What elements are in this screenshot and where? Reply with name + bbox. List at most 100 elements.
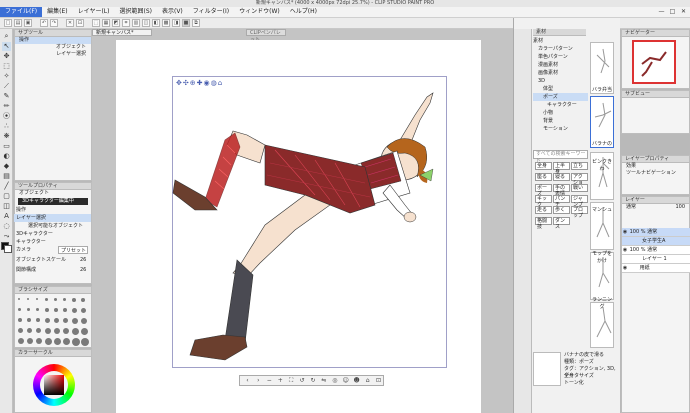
- deselect-icon[interactable]: ⬚: [92, 19, 100, 27]
- correction-tool-icon[interactable]: ⤳: [2, 232, 11, 241]
- brush-size-dot[interactable]: [18, 308, 21, 311]
- material-tag-chip[interactable]: 座る: [535, 173, 552, 181]
- brush-size-dot[interactable]: [72, 318, 78, 324]
- frame-tool-icon[interactable]: ▢: [2, 192, 11, 201]
- brush-size-dot[interactable]: [18, 318, 22, 322]
- brush-size-dot[interactable]: [54, 338, 61, 345]
- brush-size-dot[interactable]: [54, 318, 59, 323]
- document-tab[interactable]: 新規キャンバス*: [92, 29, 152, 36]
- material-tree-body[interactable]: 体型: [533, 85, 588, 93]
- snap-icon[interactable]: ◫: [142, 19, 150, 27]
- material-tree-manga[interactable]: 漫画素材: [533, 61, 588, 69]
- figure-tool-icon[interactable]: ╱: [2, 182, 11, 191]
- visibility-eye-icon[interactable]: ◉: [622, 228, 628, 237]
- visibility-eye-icon[interactable]: ◉: [622, 264, 628, 273]
- navigator-viewport[interactable]: [632, 40, 676, 84]
- menu-view[interactable]: 表示(V): [157, 7, 188, 17]
- opacity-value[interactable]: 100: [675, 204, 685, 211]
- brush-size-dot[interactable]: [45, 308, 49, 312]
- brush-size-dot[interactable]: [72, 298, 76, 302]
- brush-size-dot[interactable]: [63, 338, 70, 345]
- menu-file[interactable]: ファイル(F): [0, 7, 43, 17]
- eraser-tool-icon[interactable]: ▭: [2, 142, 11, 151]
- brush-size-dot[interactable]: [63, 318, 68, 323]
- material-tag-chip[interactable]: 上半身: [553, 162, 570, 175]
- pencil-tool-icon[interactable]: ✏: [2, 102, 11, 111]
- close-button[interactable]: ✕: [679, 8, 688, 16]
- brush-size-dot[interactable]: [72, 308, 77, 313]
- fit-icon[interactable]: ⛶: [287, 377, 296, 385]
- transform-icon[interactable]: ⊡: [76, 19, 84, 27]
- brush-size-dot[interactable]: [81, 308, 86, 313]
- color-saturation-square[interactable]: [44, 375, 64, 395]
- sub-tool-object[interactable]: オブジェクト: [15, 44, 91, 51]
- brush-size-dot[interactable]: [54, 308, 58, 312]
- pose-icon[interactable]: ☺: [341, 377, 350, 384]
- prop-selectable-objects[interactable]: 選択可能なオブジェクト: [14, 222, 91, 230]
- camera-icon[interactable]: ⌂: [363, 377, 372, 384]
- fill-icon[interactable]: ▥: [132, 19, 140, 27]
- brush-size-dot[interactable]: [81, 318, 87, 324]
- material-tag-chip[interactable]: アクション: [571, 173, 588, 192]
- sub-color-swatch[interactable]: [4, 245, 12, 253]
- brush-size-dot[interactable]: [63, 298, 66, 301]
- material-tree-mono-pattern[interactable]: 単色パターン: [533, 53, 588, 61]
- material-search-input[interactable]: すべての検索キーワード: [533, 150, 588, 164]
- material-tag-chip[interactable]: ダンス: [553, 217, 570, 230]
- material-tag-chip[interactable]: 手の表情: [553, 184, 570, 197]
- prop-layer-select[interactable]: レイヤー選択: [14, 214, 91, 222]
- blend-mode-select[interactable]: 通常: [626, 204, 636, 211]
- camera-preset-select[interactable]: プリセット: [58, 246, 88, 254]
- zoom-out-icon[interactable]: −: [265, 377, 274, 384]
- material-tree-root[interactable]: 素材: [533, 37, 588, 45]
- reset-icon[interactable]: ◎: [330, 377, 339, 384]
- eyedropper-tool-icon[interactable]: ⟋: [2, 82, 11, 91]
- flip-icon[interactable]: ⇋: [319, 377, 328, 384]
- material-tag-chip[interactable]: 立ち: [571, 162, 588, 170]
- brush-size-dot[interactable]: [36, 298, 38, 300]
- brush-size-dot[interactable]: [36, 308, 39, 311]
- material-tree-motion[interactable]: モーション: [533, 125, 588, 133]
- gradient-tool-icon[interactable]: ▤: [2, 172, 11, 181]
- brush-size-dot[interactable]: [63, 328, 69, 334]
- material-tag-chip[interactable]: 格闘技: [535, 217, 552, 230]
- invert-icon[interactable]: ◩: [112, 19, 120, 27]
- 3d-edit-section[interactable]: 3Dキャラクター編集中: [18, 198, 88, 205]
- fill-tool-icon[interactable]: ◆: [2, 162, 11, 171]
- brush-size-dot[interactable]: [54, 298, 57, 301]
- brush-size-dot[interactable]: [18, 298, 20, 300]
- brush-size-dot[interactable]: [72, 338, 80, 346]
- material-tag-chip[interactable]: 寝る: [553, 173, 570, 181]
- layer-property-tone[interactable]: ツールナビゲーション: [622, 170, 689, 177]
- rotate-right-icon[interactable]: ↻: [309, 377, 318, 384]
- grid-icon[interactable]: ▩: [162, 19, 170, 27]
- material-tag-chip[interactable]: キック: [535, 195, 552, 208]
- layer-row-1-name[interactable]: レイヤー 1: [622, 255, 690, 264]
- decoration-tool-icon[interactable]: ❋: [2, 132, 11, 141]
- brush-size-dot[interactable]: [81, 328, 88, 335]
- material-tag-chip[interactable]: 走る: [535, 206, 552, 214]
- menu-edit[interactable]: 編集(E): [42, 7, 72, 17]
- material-tree-background[interactable]: 背景: [533, 117, 588, 125]
- brush-size-dot[interactable]: [81, 298, 85, 302]
- maximize-button[interactable]: □: [668, 8, 677, 16]
- brush-size-dot[interactable]: [36, 328, 41, 333]
- material-tree-3d[interactable]: 3D: [533, 77, 588, 85]
- material-tag-chip[interactable]: パンチ: [553, 195, 570, 208]
- material-tag-chip[interactable]: ジャンプ: [571, 195, 588, 208]
- brush-size-dot[interactable]: [45, 338, 52, 345]
- joints-value[interactable]: 26: [78, 266, 90, 274]
- brush-size-dot[interactable]: [45, 328, 51, 334]
- brush-size-dot[interactable]: [18, 338, 24, 344]
- clear-icon[interactable]: ✕: [66, 19, 74, 27]
- menu-filter[interactable]: フィルター(I): [188, 7, 234, 17]
- ruler-tool-icon[interactable]: ◫: [2, 202, 11, 211]
- material-tag-chip[interactable]: ポーズ: [535, 184, 552, 197]
- pen-pressure-icon[interactable]: ⧉: [192, 19, 200, 27]
- menu-selection[interactable]: 選択範囲(S): [114, 7, 157, 17]
- material-tree-image[interactable]: 画像素材: [533, 69, 588, 77]
- selection-tool-icon[interactable]: ⬚: [2, 62, 11, 71]
- layer-row-paper[interactable]: ◉ 用紙: [622, 264, 690, 273]
- pen-tool-icon[interactable]: ✎: [2, 92, 11, 101]
- save-icon[interactable]: ▣: [24, 19, 32, 27]
